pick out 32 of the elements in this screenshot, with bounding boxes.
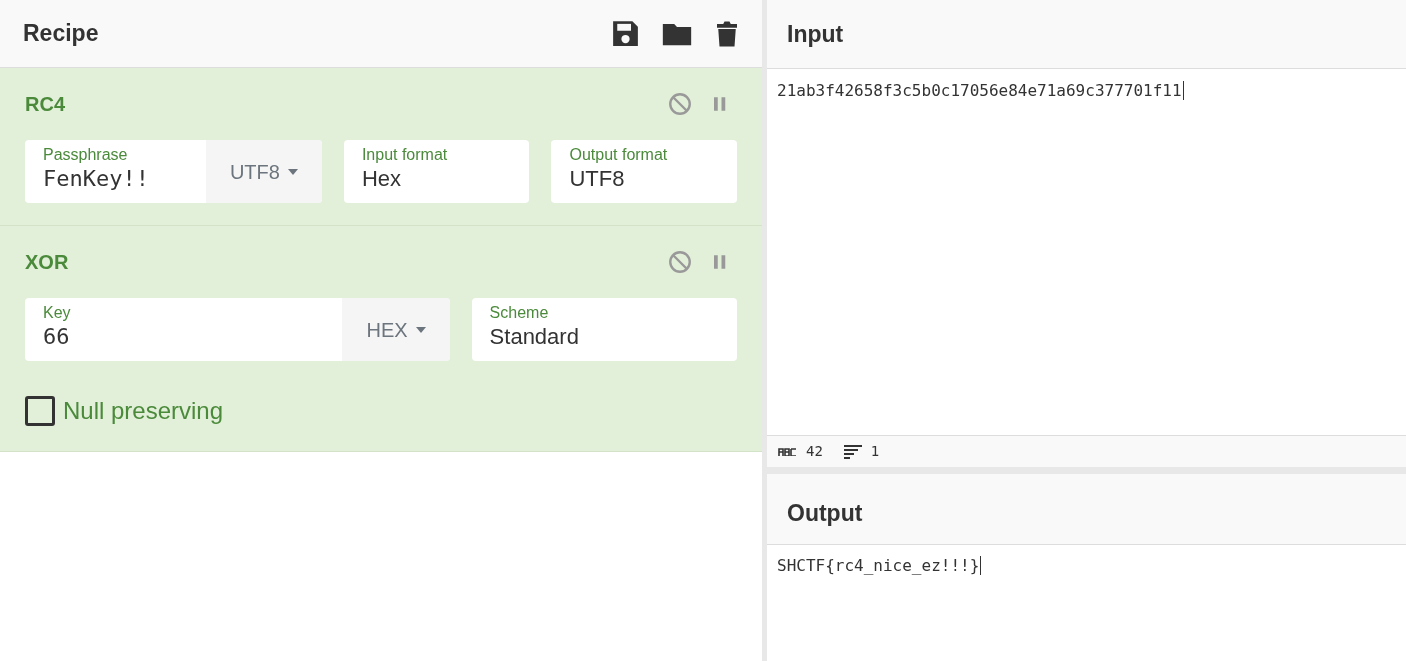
panel-title: Input: [787, 19, 844, 49]
field-value: Hex: [361, 165, 402, 193]
field-label: Scheme: [489, 303, 550, 323]
checkbox-label[interactable]: Null preserving: [63, 393, 224, 429]
argument-field[interactable]: Output format UTF8: [551, 140, 737, 203]
field-value: FenKey!!: [43, 165, 150, 193]
argument-field[interactable]: Scheme Standard: [471, 298, 737, 361]
field-value: 66: [43, 323, 71, 351]
field-label: Input format: [361, 145, 449, 165]
panel-title: Recipe: [23, 19, 99, 49]
field-value: UTF8: [569, 165, 626, 193]
line-count: 1: [870, 442, 880, 461]
encoding-dropdown[interactable]: UTF8: [205, 140, 322, 203]
field-value: Standard: [489, 323, 580, 351]
argument-field[interactable]: Passphrase FenKey!! UTF8: [25, 140, 322, 203]
field-label: Key: [43, 303, 72, 323]
character-count-icon: [778, 447, 798, 456]
caret-icon: [287, 168, 298, 175]
lines-icon: [842, 444, 863, 459]
argument-field[interactable]: Key 66 HEX: [25, 298, 450, 361]
character-count: 42: [806, 442, 823, 461]
argument-field[interactable]: Input format Hex: [343, 140, 530, 203]
checkbox[interactable]: [25, 396, 55, 426]
operation-title: RC4: [25, 92, 65, 117]
field-label: Output format: [569, 145, 669, 165]
panel-title: Output: [787, 498, 863, 528]
output-text: SHCTF{rc4_nice_ez!!!}: [776, 555, 983, 577]
caret-icon: [415, 326, 426, 333]
operation-title: XOR: [25, 250, 69, 275]
field-label: Passphrase: [43, 145, 129, 165]
input-field[interactable]: 21ab3f42658f3c5b0c17056e84e71a69c377701f11: [767, 69, 1406, 435]
encoding-dropdown[interactable]: HEX: [342, 298, 450, 361]
